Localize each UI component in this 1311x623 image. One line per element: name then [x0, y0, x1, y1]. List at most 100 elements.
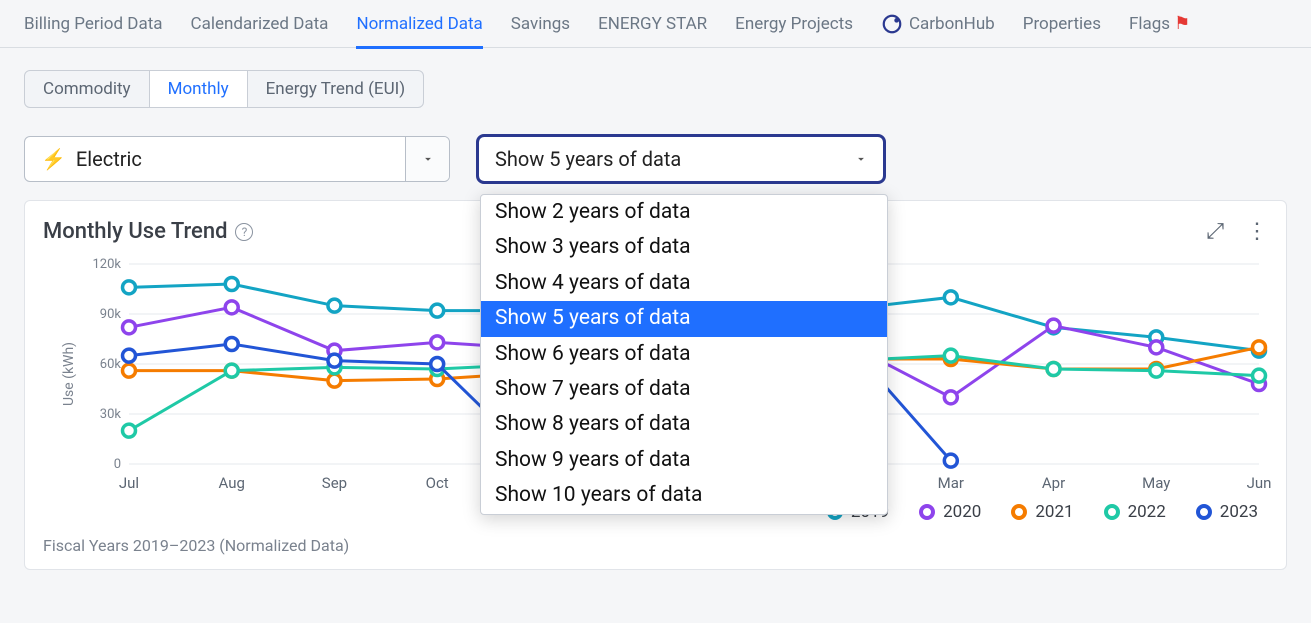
selects-row: ⚡ Electric Show 5 years of data — [24, 136, 1311, 182]
legend-marker-icon — [1104, 504, 1120, 520]
y-tick-label: 90k — [100, 307, 122, 322]
years-select[interactable]: Show 5 years of data — [478, 136, 884, 182]
years-select-main[interactable]: Show 5 years of data — [479, 137, 839, 181]
card-actions: ⤢ ⋮ — [1206, 219, 1268, 244]
years-option[interactable]: Show 4 years of data — [481, 266, 887, 301]
data-point[interactable] — [225, 278, 238, 291]
y-tick-label: 0 — [114, 457, 121, 472]
top-tab-normalized-data[interactable]: Normalized Data — [356, 0, 482, 48]
sub-tab-bar: CommodityMonthlyEnergy Trend (EUI) — [24, 70, 1311, 108]
x-tick-label: Apr — [1042, 474, 1065, 492]
data-point[interactable] — [1047, 319, 1060, 332]
top-tab-savings[interactable]: Savings — [511, 0, 570, 48]
legend-item[interactable]: 2021 — [1011, 502, 1073, 522]
sub-tab-commodity[interactable]: Commodity — [24, 70, 150, 108]
x-tick-label: May — [1142, 474, 1170, 492]
data-point[interactable] — [1253, 369, 1266, 382]
years-option[interactable]: Show 8 years of data — [481, 407, 887, 442]
data-point[interactable] — [431, 304, 444, 317]
y-axis-label: Use (kWh) — [61, 342, 77, 406]
legend-item[interactable]: 2022 — [1104, 502, 1166, 522]
legend-label: 2020 — [943, 502, 981, 522]
years-option[interactable]: Show 2 years of data — [481, 195, 887, 230]
sub-tab-energy-trend-eui-[interactable]: Energy Trend (EUI) — [247, 70, 425, 108]
top-tab-label: Savings — [511, 14, 570, 34]
legend-marker-icon — [919, 504, 935, 520]
flag-icon: ⚑ — [1174, 13, 1190, 34]
x-tick-label: Jun — [1247, 474, 1272, 492]
years-select-caret[interactable] — [839, 137, 883, 181]
data-point[interactable] — [328, 354, 341, 367]
card-title: Monthly Use Trend — [43, 219, 227, 244]
legend-marker-icon — [1196, 504, 1212, 520]
data-point[interactable] — [225, 301, 238, 314]
top-tab-flags[interactable]: Flags⚑ — [1129, 0, 1190, 48]
data-point[interactable] — [431, 336, 444, 349]
top-tab-label: Calendarized Data — [191, 14, 329, 34]
x-tick-label: Sep — [322, 474, 347, 492]
chevron-down-icon — [421, 152, 435, 166]
top-tab-label: Normalized Data — [356, 14, 482, 34]
bolt-icon: ⚡ — [41, 147, 66, 171]
data-point[interactable] — [1150, 341, 1163, 354]
data-point[interactable] — [1253, 341, 1266, 354]
commodity-select-label: Electric — [76, 147, 142, 171]
top-tab-label: Flags — [1129, 14, 1170, 34]
commodity-select[interactable]: ⚡ Electric — [24, 136, 450, 182]
top-tab-label: Billing Period Data — [24, 14, 163, 34]
years-option[interactable]: Show 6 years of data — [481, 337, 887, 372]
legend-label: 2023 — [1220, 502, 1258, 522]
commodity-select-main[interactable]: ⚡ Electric — [25, 137, 405, 181]
top-tab-energy-star[interactable]: ENERGY STAR — [598, 0, 707, 48]
carbonhub-icon — [881, 13, 903, 35]
data-point[interactable] — [944, 349, 957, 362]
x-tick-label: Aug — [219, 474, 245, 492]
years-option[interactable]: Show 7 years of data — [481, 372, 887, 407]
legend-item[interactable]: 2023 — [1196, 502, 1258, 522]
top-tab-label: Energy Projects — [735, 14, 853, 34]
y-tick-label: 120k — [92, 257, 121, 272]
data-point[interactable] — [225, 338, 238, 351]
top-tab-properties[interactable]: Properties — [1023, 0, 1101, 48]
commodity-select-caret[interactable] — [405, 137, 449, 181]
data-point[interactable] — [944, 454, 957, 467]
top-tab-label: CarbonHub — [909, 14, 995, 34]
data-point[interactable] — [1047, 363, 1060, 376]
card-footer-note: Fiscal Years 2019–2023 (Normalized Data) — [43, 536, 1268, 555]
top-tab-bar: Billing Period Data Calendarized Data Norm… — [0, 0, 1311, 48]
data-point[interactable] — [123, 364, 136, 377]
legend-label: 2021 — [1035, 502, 1073, 522]
years-option[interactable]: Show 9 years of data — [481, 443, 887, 478]
legend-marker-icon — [1011, 504, 1027, 520]
data-point[interactable] — [328, 374, 341, 387]
sub-tab-monthly[interactable]: Monthly — [149, 70, 248, 108]
x-tick-label: Jul — [119, 474, 139, 492]
top-tab-billing-period-data[interactable]: Billing Period Data — [24, 0, 163, 48]
x-tick-label: Oct — [426, 474, 449, 492]
years-option[interactable]: Show 5 years of data — [481, 301, 887, 336]
data-point[interactable] — [225, 364, 238, 377]
top-tab-energy-projects[interactable]: Energy Projects — [735, 0, 853, 48]
data-point[interactable] — [1150, 364, 1163, 377]
y-tick-label: 60k — [100, 357, 122, 372]
legend-label: 2022 — [1128, 502, 1166, 522]
top-tab-label: Properties — [1023, 14, 1101, 34]
data-point[interactable] — [123, 424, 136, 437]
top-tab-carbonhub[interactable]: CarbonHub — [881, 0, 995, 48]
years-option[interactable]: Show 3 years of data — [481, 230, 887, 265]
expand-icon[interactable]: ⤢ — [1206, 219, 1224, 244]
help-icon[interactable]: ? — [235, 223, 253, 241]
years-option[interactable]: Show 10 years of data — [481, 478, 887, 513]
chevron-down-icon — [854, 152, 868, 166]
data-point[interactable] — [123, 321, 136, 334]
more-icon[interactable]: ⋮ — [1246, 219, 1268, 244]
top-tab-calendarized-data[interactable]: Calendarized Data — [191, 0, 329, 48]
legend-item[interactable]: 2020 — [919, 502, 981, 522]
data-point[interactable] — [431, 358, 444, 371]
y-tick-label: 30k — [100, 407, 122, 422]
data-point[interactable] — [123, 281, 136, 294]
data-point[interactable] — [123, 349, 136, 362]
data-point[interactable] — [944, 291, 957, 304]
data-point[interactable] — [328, 299, 341, 312]
data-point[interactable] — [944, 391, 957, 404]
